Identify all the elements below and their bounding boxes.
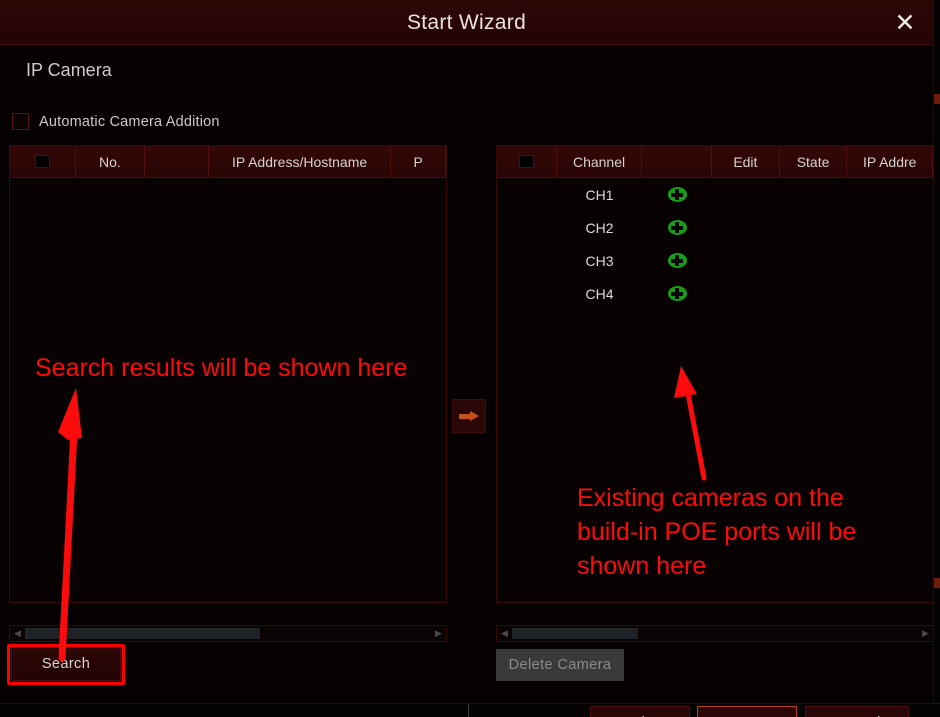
edit-cell xyxy=(712,211,780,244)
taskbar-tick xyxy=(468,704,469,717)
arrow-right-icon xyxy=(459,411,479,421)
scroll-right-icon[interactable]: ▶ xyxy=(431,626,446,641)
edit-cell xyxy=(712,244,780,277)
select-all-checkbox[interactable] xyxy=(10,146,76,177)
select-all-checkbox-box[interactable] xyxy=(518,155,534,168)
search-button[interactable]: Search xyxy=(11,647,121,681)
automatic-camera-addition-checkbox[interactable] xyxy=(12,113,29,130)
add-camera-cell[interactable] xyxy=(642,178,712,211)
channel-list-hscrollbar[interactable]: ◀ ▶ xyxy=(496,625,934,642)
page-title: IP Camera xyxy=(26,60,112,80)
window-bottom-edge xyxy=(0,703,940,704)
add-plus-icon[interactable] xyxy=(667,286,687,301)
ip-address-cell xyxy=(847,277,933,310)
table-row[interactable]: CH4 xyxy=(497,277,933,310)
channel-cell: CH4 xyxy=(585,285,614,302)
channel-list-table-body: CH1 CH2 CH3 CH4 xyxy=(497,178,933,310)
edge-marker-top xyxy=(934,94,940,104)
add-camera-cell[interactable] xyxy=(642,244,712,277)
column-header: No. xyxy=(76,146,146,177)
add-plus-icon[interactable] xyxy=(667,187,687,202)
ip-address-cell xyxy=(847,178,933,211)
delete-camera-button: Delete Camera xyxy=(496,649,624,681)
scroll-thumb[interactable] xyxy=(512,628,638,639)
scroll-track[interactable] xyxy=(25,626,431,641)
next-button[interactable]: Next xyxy=(697,706,797,717)
state-cell xyxy=(780,277,848,310)
scroll-thumb[interactable] xyxy=(25,628,261,639)
state-cell xyxy=(780,211,848,244)
row-checkbox-cell xyxy=(497,178,557,211)
start-wizard-dialog: Start Wizard ✕ IP Camera Automatic Camer… xyxy=(0,0,940,717)
column-header: Channel xyxy=(557,146,643,177)
row-checkbox-cell xyxy=(497,244,557,277)
column-header xyxy=(642,146,713,177)
channel-cell: CH1 xyxy=(585,186,614,203)
edit-cell xyxy=(712,178,780,211)
select-all-checkbox-box[interactable] xyxy=(34,155,50,168)
window-right-edge xyxy=(933,0,934,703)
search-results-hscrollbar[interactable]: ◀ ▶ xyxy=(9,625,447,642)
add-plus-icon[interactable] xyxy=(667,220,687,235)
column-header: P xyxy=(391,146,446,177)
row-checkbox-cell xyxy=(497,211,557,244)
transfer-to-channel-button[interactable] xyxy=(452,399,486,433)
column-header: Edit xyxy=(712,146,780,177)
add-camera-cell[interactable] xyxy=(642,211,712,244)
table-row[interactable]: CH1 xyxy=(497,178,933,211)
state-cell xyxy=(780,244,848,277)
annotation-search-results-text: Search results will be shown here xyxy=(35,354,408,382)
channel-cell: CH3 xyxy=(585,252,614,269)
edit-cell xyxy=(712,277,780,310)
automatic-camera-addition-label: Automatic Camera Addition xyxy=(39,113,220,130)
table-row[interactable]: CH2 xyxy=(497,211,933,244)
title-bar: Start Wizard ✕ xyxy=(0,0,933,45)
ip-address-cell xyxy=(847,211,933,244)
automatic-camera-addition-row[interactable]: Automatic Camera Addition xyxy=(12,113,220,130)
scroll-track[interactable] xyxy=(512,626,918,641)
column-header: State xyxy=(780,146,848,177)
close-icon[interactable]: ✕ xyxy=(891,9,919,37)
channel-cell: CH2 xyxy=(585,219,614,236)
edge-marker-bottom xyxy=(934,578,940,588)
row-checkbox-cell xyxy=(497,277,557,310)
table-row[interactable]: CH3 xyxy=(497,244,933,277)
channel-list-table-header: Channel Edit State IP Addre xyxy=(497,146,933,178)
scroll-right-icon[interactable]: ▶ xyxy=(918,626,933,641)
previous-button[interactable]: Previous xyxy=(590,706,690,717)
window-title: Start Wizard xyxy=(406,11,527,34)
scroll-left-icon[interactable]: ◀ xyxy=(10,626,25,641)
search-results-table-header: No. IP Address/Hostname P xyxy=(10,146,446,178)
dialog-body: IP Camera Automatic Camera Addition No. I… xyxy=(0,45,934,717)
select-all-checkbox[interactable] xyxy=(497,146,557,177)
ip-address-cell xyxy=(847,244,933,277)
column-header: IP Address/Hostname xyxy=(209,146,392,177)
annotation-poe-cameras-text: Existing cameras on the build-in POE por… xyxy=(577,484,857,580)
add-plus-icon[interactable] xyxy=(667,253,687,268)
column-header xyxy=(145,146,209,177)
add-camera-cell[interactable] xyxy=(642,277,712,310)
cancel-button[interactable]: Cancel xyxy=(805,706,909,717)
scroll-left-icon[interactable]: ◀ xyxy=(497,626,512,641)
column-header: IP Addre xyxy=(847,146,933,177)
state-cell xyxy=(780,178,848,211)
